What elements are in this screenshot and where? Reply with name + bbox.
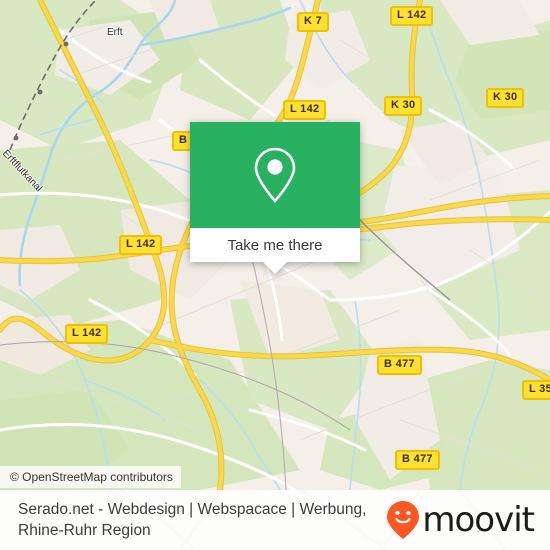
map-popup-card[interactable]: Take me there (190, 122, 360, 274)
road-shield-k7[interactable]: K 7 (297, 12, 330, 32)
map-pin-icon (254, 147, 296, 203)
road-shield-k30-right[interactable]: K 30 (486, 88, 525, 108)
road-shield-l35[interactable]: L 35 (522, 380, 550, 400)
take-me-there-label: Take me there (227, 236, 323, 254)
moovit-smiley-pin-icon (387, 501, 420, 539)
road-shield-b477-lower[interactable]: B 477 (395, 450, 440, 470)
road-shield-b477-upper[interactable]: B 477 (377, 355, 422, 375)
page-footer: Serado.net - Webdesign | Webspacace | We… (0, 490, 550, 550)
popup-pointer (263, 262, 287, 274)
map-page: Erft Erftflutkanal K 7 L 142 L 142 K 30 … (0, 0, 550, 550)
road-shield-k30-center[interactable]: K 30 (384, 96, 423, 116)
moovit-brand[interactable]: moovit (386, 500, 535, 540)
osm-attribution[interactable]: © OpenStreetMap contributors (0, 466, 181, 488)
road-shield-l142-lower[interactable]: L 142 (65, 324, 109, 344)
footer-title: Serado.net - Webdesign | Webspacace | We… (18, 501, 367, 539)
road-shield-l142-top[interactable]: L 142 (390, 6, 434, 26)
water-label-erft: Erft (107, 27, 123, 38)
popup-action-bar[interactable]: Take me there (190, 228, 360, 262)
moovit-wordmark: moovit (422, 500, 535, 540)
road-shield-l142-upper[interactable]: L 142 (283, 100, 327, 120)
popup-header (190, 122, 360, 228)
map-canvas[interactable]: Erft Erftflutkanal K 7 L 142 L 142 K 30 … (0, 0, 550, 490)
road-shield-l142-mid[interactable]: L 142 (119, 235, 163, 255)
